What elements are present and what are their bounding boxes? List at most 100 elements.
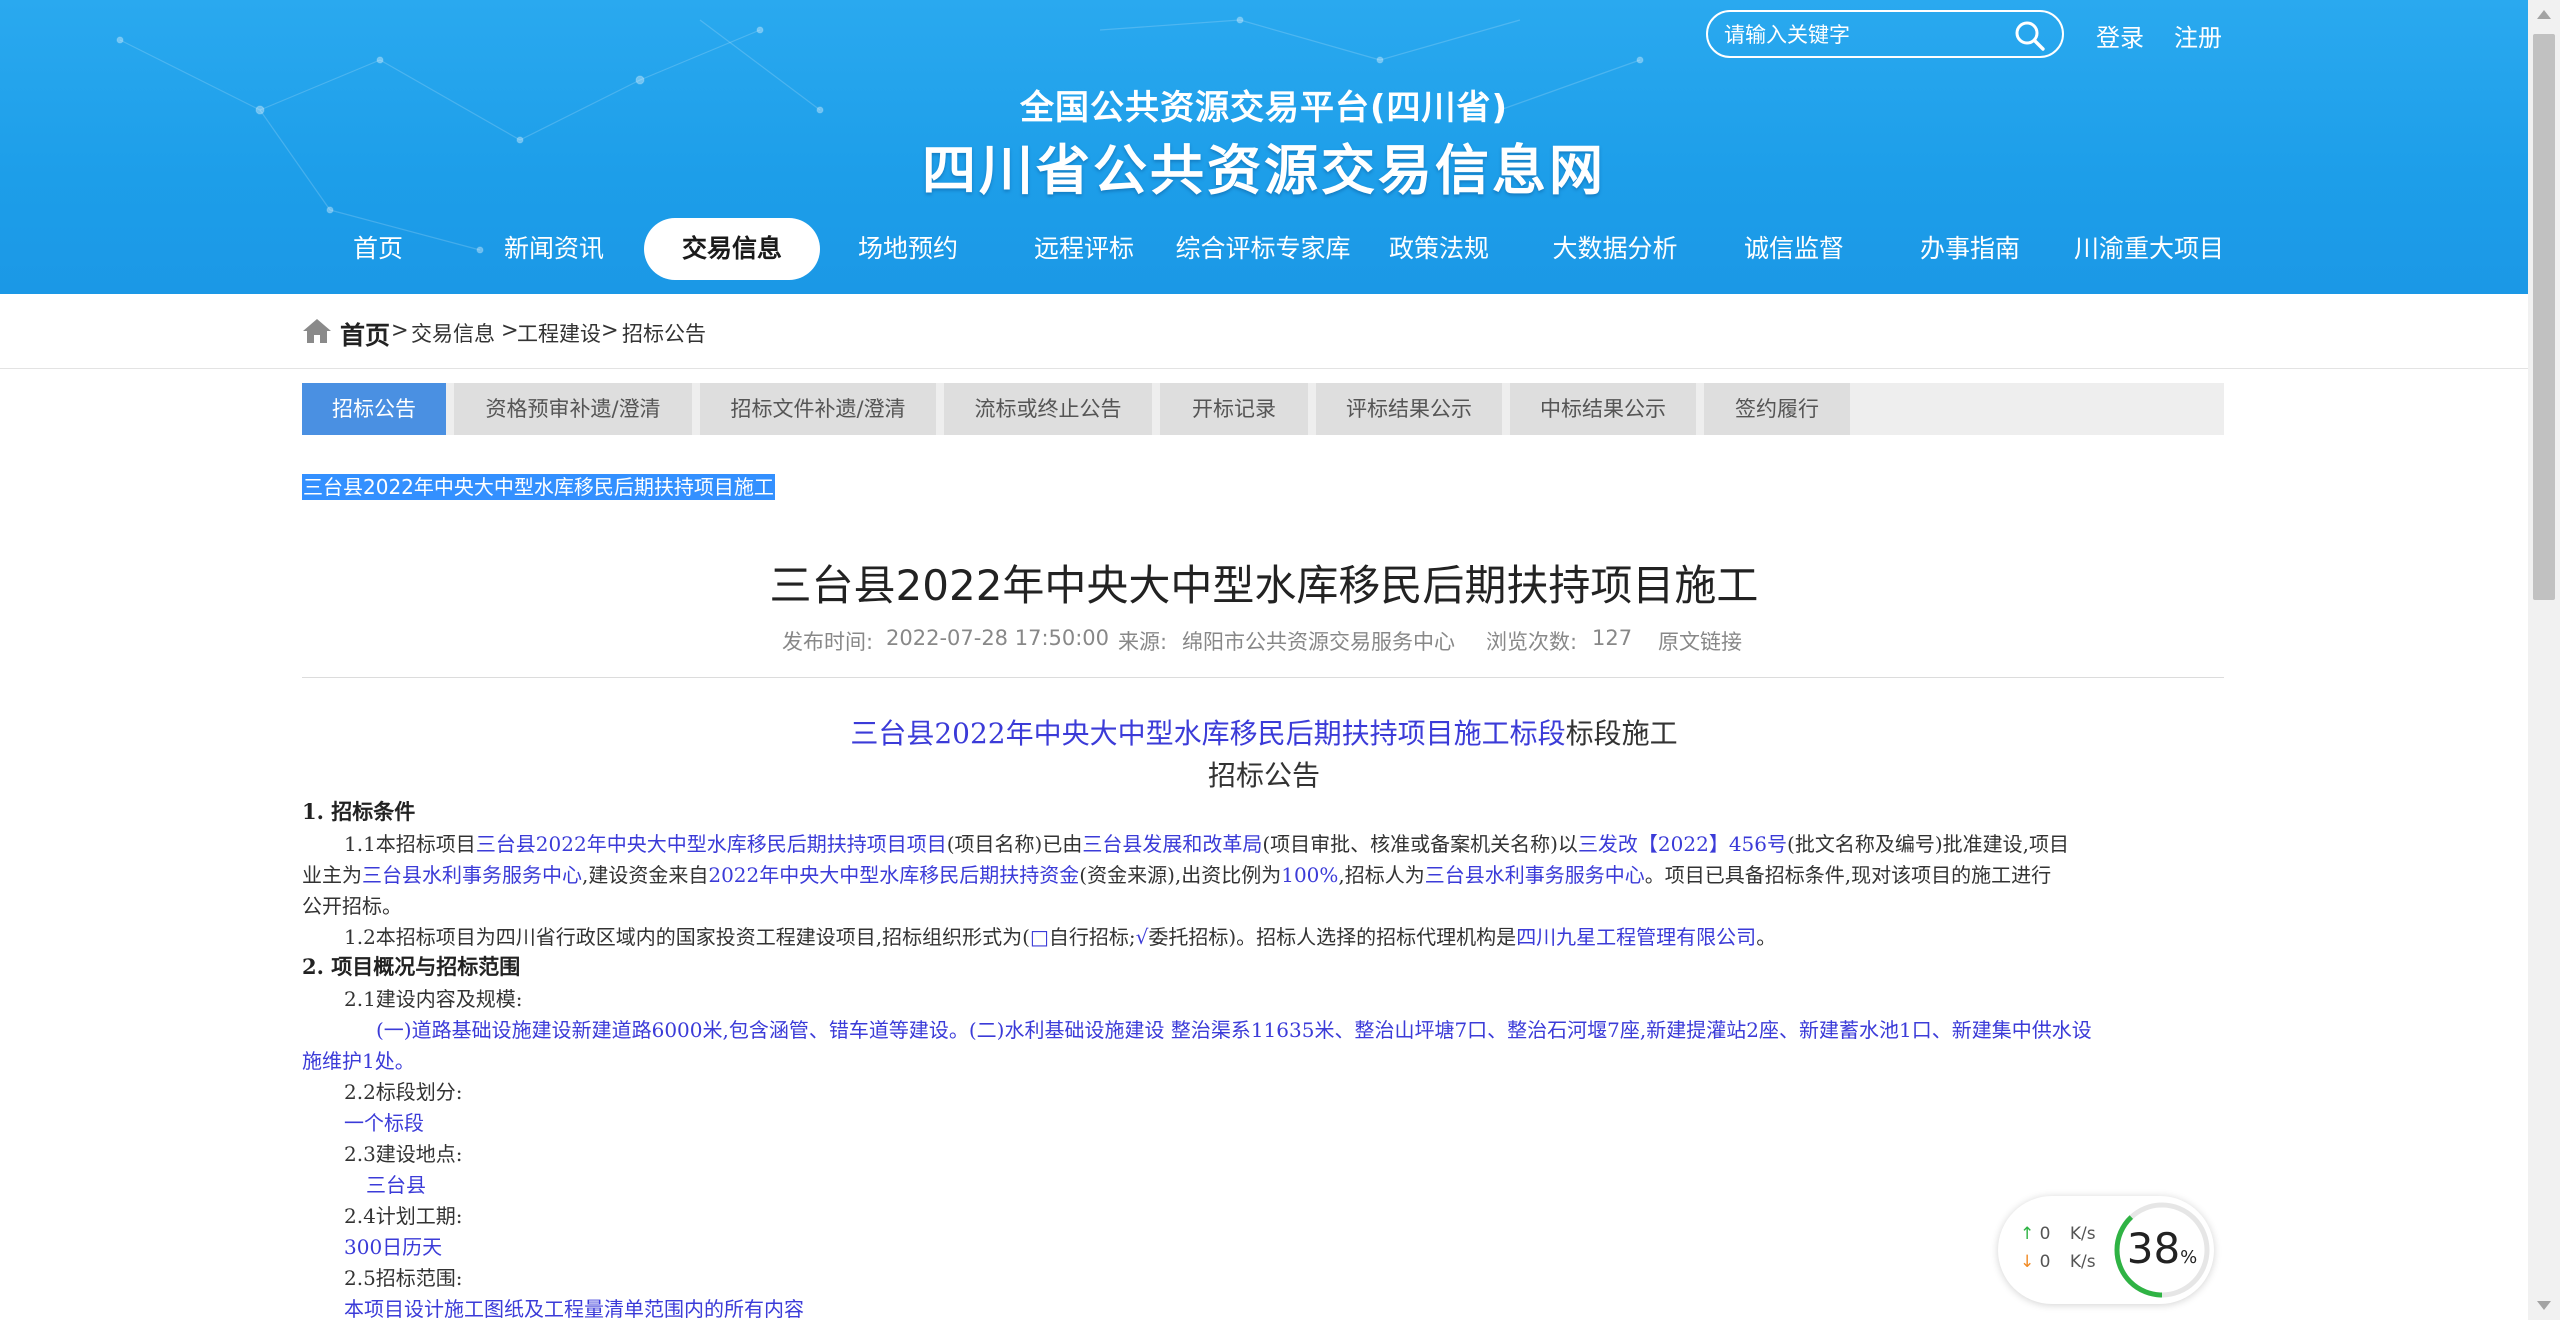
breadcrumb-engineering[interactable]: 工程建设 [517,318,601,348]
breadcrumb-separator: > [601,318,619,342]
text: ,招标人为 [1338,863,1425,887]
checkbox-unchecked-icon: □ [1029,925,1049,949]
site-title: 四川省公共资源交易信息网 [922,139,1606,202]
register-link[interactable]: 注册 [2174,18,2222,53]
text: (资金来源),出资比例为 [1079,863,1282,887]
approval-authority: 三台县发展和改革局 [1082,832,1263,856]
percent-sign: % [2180,1247,2198,1268]
tab-tender-doc-clarification[interactable]: 招标文件补遗/澄清 [700,383,936,435]
paragraph-1-1-line3: 公开招标。 [302,894,402,918]
tenderer: 三台县水利事务服务中心 [1424,863,1645,887]
section-heading: 2. 项目概况与招标范围 [302,954,521,979]
selected-title-text: 三台县2022年中央大中型水库移民后期扶持项目施工 [302,474,775,500]
paragraph-2-2-label: 2.2标段划分: [344,1080,463,1104]
text: 1.1本招标项目 [344,832,476,856]
construction-scope-line2: 施维护1处。 [302,1049,415,1073]
nav-item-big-data[interactable]: 大数据分析 [1540,218,1690,280]
home-icon [303,319,331,343]
divider [302,677,2224,678]
funding-ratio: 100% [1281,863,1339,887]
nav-item-credit[interactable]: 诚信监督 [1726,218,1862,280]
nav-item-trade-info[interactable]: 交易信息 [644,218,820,280]
site-subtitle: 全国公共资源交易平台(四川省) [1019,88,1509,128]
breadcrumb-tender-notice[interactable]: 招标公告 [622,318,706,348]
paragraph-2-3-label: 2.3建设地点: [344,1142,463,1166]
text: (项目审批、核准或备案机关名称)以 [1262,832,1578,856]
paragraph-1-2: 1.2本招标项目为四川省行政区域内的国家投资工程建设项目,招标组织形式为(□自行… [344,921,1776,950]
upload-unit: K/s [2069,1224,2096,1244]
tab-failed-or-terminated[interactable]: 流标或终止公告 [944,383,1152,435]
search-input[interactable] [1722,18,2006,52]
text: ,建设资金来自 [582,863,709,887]
tender-agency: 四川九星工程管理有限公司 [1516,925,1757,949]
category-tabs: 招标公告 资格预审补遗/澄清 招标文件补遗/澄清 流标或终止公告 开标记录 评标… [302,383,2224,435]
source: 绵阳市公共资源交易服务中心 [1182,630,1455,654]
nav-item-remote-evaluation[interactable]: 远程评标 [1016,218,1152,280]
site-header: 登录 注册 全国公共资源交易平台(四川省) 四川省公共资源交易信息网 首页 新闻… [0,0,2528,294]
notice-heading-suffix: 标段施工 [1565,717,1678,750]
views-count: 127 [1592,626,1633,650]
notice-heading-project: 三台县2022年中央大中型水库移民后期扶持项目施工标段 [850,717,1566,750]
network-speed-widget[interactable]: ↑ 0 K/s ↓ 0 K/s 38% [1998,1196,2214,1304]
source-label: 来源: [1118,630,1168,654]
notice-heading: 三台县2022年中央大中型水库移民后期扶持项目施工标段标段施工 [0,712,2528,752]
paragraph-2-4-label: 2.4计划工期: [344,1204,463,1228]
download-value: 0 [2039,1252,2051,1272]
text: (批文名称及编号)批准建设,项目 [1787,832,2069,856]
original-link[interactable]: 原文链接 [1658,626,1742,656]
nav-item-guide[interactable]: 办事指南 [1902,218,2038,280]
scroll-up-arrow-icon[interactable] [2537,10,2551,19]
nav-item-news[interactable]: 新闻资讯 [486,218,622,280]
vertical-scrollbar[interactable] [2528,0,2560,1320]
breadcrumb-trade-info[interactable]: 交易信息 [411,318,495,348]
tender-scope-value: 本项目设计施工图纸及工程量清单范围内的所有内容 [344,1297,804,1321]
download-unit: K/s [2069,1252,2096,1272]
memory-percent-value: 38 [2126,1224,2181,1273]
search-box [1706,10,2064,58]
tab-bid-opening-record[interactable]: 开标记录 [1160,383,1308,435]
upload-value: 0 [2039,1224,2051,1244]
text: (项目名称)已由 [946,832,1083,856]
upload-arrow-icon: ↑ [2020,1224,2035,1244]
text: 。 [1756,925,1777,949]
nav-item-home[interactable]: 首页 [320,218,436,280]
nav-item-policies[interactable]: 政策法规 [1376,218,1502,280]
nav-item-major-projects[interactable]: 川渝重大项目 [2066,218,2232,280]
nav-item-expert-pool[interactable]: 综合评标专家库 [1170,218,1356,280]
project-name: 三台县2022年中央大中型水库移民后期扶持项目项目 [475,832,947,856]
nav-item-venue-booking[interactable]: 场地预约 [840,218,976,280]
search-icon[interactable] [2014,20,2046,52]
upload-speed: ↑ 0 K/s [2020,1224,2096,1244]
text: 1.2本招标项目为四川省行政区域内的国家投资工程建设项目,招标组织形式为( [344,925,1030,949]
scroll-down-arrow-icon[interactable] [2537,1301,2551,1310]
breadcrumb-separator: > [501,318,519,342]
paragraph-2-1-label: 2.1建设内容及规模: [344,987,523,1011]
tab-contract-performance[interactable]: 签约履行 [1704,383,1850,435]
text: 委托招标)。招标人选择的招标代理机构是 [1148,925,1517,949]
page-title: 三台县2022年中央大中型水库移民后期扶持项目施工 [769,561,1759,610]
approval-number: 三发改【2022】456号 [1577,832,1788,856]
paragraph-1-1-line2: 业主为三台县水利事务服务中心,建设资金来自2022年中央大中型水库移民后期扶持资… [302,859,2051,888]
construction-scope-line1: (一)道路基础设施建设新建道路6000米,包含涵管、错车道等建设。(二)水利基础… [376,1018,2092,1042]
scroll-thumb[interactable] [2533,34,2555,600]
download-arrow-icon: ↓ [2020,1252,2035,1272]
text: 业主为 [302,863,362,887]
paragraph-1-1-line1: 1.1本招标项目三台县2022年中央大中型水库移民后期扶持项目项目(项目名称)已… [344,828,2069,857]
tab-award-result[interactable]: 中标结果公示 [1510,383,1696,435]
section-heading: 1. 招标条件 [302,799,416,824]
text: 。项目已具备招标条件,现对该项目的施工进行 [1644,863,2052,887]
tab-evaluation-result[interactable]: 评标结果公示 [1316,383,1502,435]
memory-percent: 38% [2112,1224,2212,1273]
download-speed: ↓ 0 K/s [2020,1252,2096,1272]
publish-time-label: 发布时间: [782,630,874,654]
breadcrumb-home[interactable]: 首页 [340,316,390,352]
login-link[interactable]: 登录 [2096,18,2144,53]
breadcrumb: 首页 > 交易信息 > 工程建设 > 招标公告 [0,294,2528,369]
text: 自行招标; [1048,925,1136,949]
views-label: 浏览次数: [1486,630,1578,654]
breadcrumb-separator: > [391,318,409,342]
tab-prequal-clarification[interactable]: 资格预审补遗/澄清 [454,383,692,435]
checkmark-icon: √ [1135,925,1149,949]
paragraph-2-5-label: 2.5招标范围: [344,1266,463,1290]
tab-tender-notice[interactable]: 招标公告 [302,383,446,435]
